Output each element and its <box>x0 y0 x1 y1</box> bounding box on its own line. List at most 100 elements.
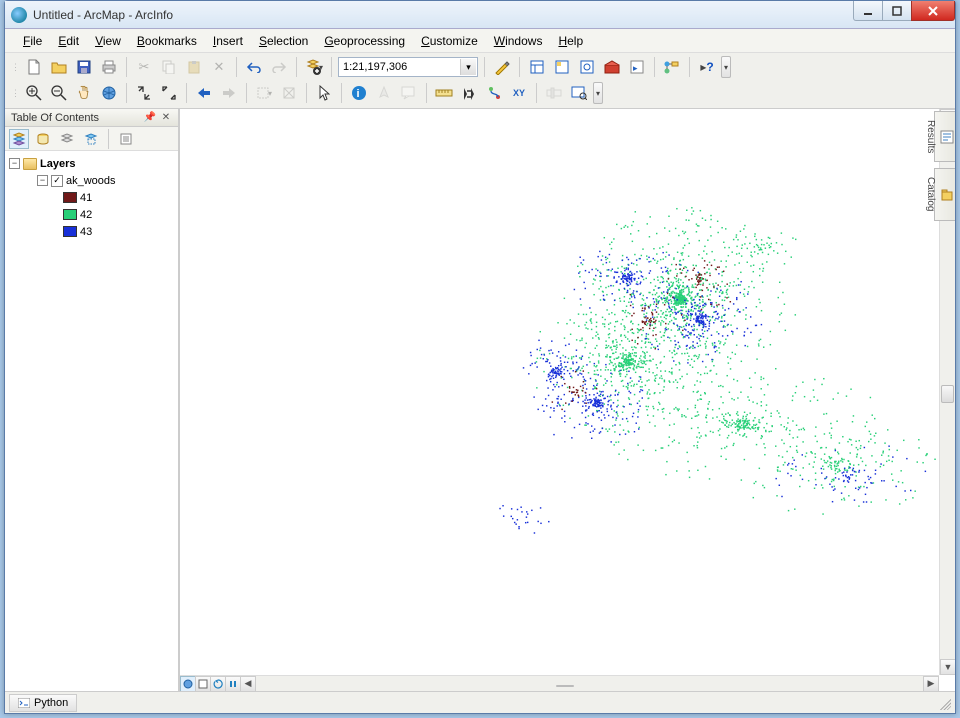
legend-swatch <box>63 226 77 237</box>
legend-item[interactable]: 42 <box>9 206 174 223</box>
toc-options-button[interactable] <box>116 129 136 149</box>
menu-help[interactable]: Help <box>550 29 591 52</box>
collapse-icon[interactable]: − <box>37 175 48 186</box>
menu-bookmarks[interactable]: Bookmarks <box>129 29 205 52</box>
redo-button[interactable] <box>268 56 290 78</box>
copy-button[interactable] <box>158 56 180 78</box>
legend-item[interactable]: 41 <box>9 189 174 206</box>
python-tab-button[interactable]: Python <box>9 694 77 712</box>
close-button[interactable] <box>911 1 955 21</box>
menu-customize[interactable]: Customize <box>413 29 486 52</box>
fixed-zoom-in-button[interactable] <box>133 82 155 104</box>
pause-button[interactable] <box>225 676 241 692</box>
fixed-zoom-out-button[interactable] <box>158 82 180 104</box>
zoom-out-button[interactable] <box>48 82 70 104</box>
toolbar-options-button[interactable]: ▾ <box>721 56 731 78</box>
maximize-button[interactable] <box>882 1 912 21</box>
window-title: Untitled - ArcMap - ArcInfo <box>33 8 173 22</box>
full-extent-button[interactable] <box>98 82 120 104</box>
layer-checkbox[interactable]: ✓ <box>51 175 63 187</box>
layers-label: Layers <box>40 158 75 170</box>
select-features-button[interactable]: ▾ <box>253 82 275 104</box>
print-button[interactable] <box>98 56 120 78</box>
menu-view[interactable]: View <box>87 29 129 52</box>
tools-options-button[interactable]: ▾ <box>593 82 603 104</box>
list-by-selection-button[interactable] <box>81 129 101 149</box>
menu-geoprocessing[interactable]: Geoprocessing <box>316 29 413 52</box>
scale-value: 1:21,197,306 <box>343 61 407 73</box>
data-view-button[interactable] <box>180 676 196 692</box>
add-data-button[interactable]: ▾ <box>303 56 325 78</box>
scale-dropdown-icon[interactable]: ▾ <box>460 59 476 75</box>
python-icon <box>18 697 30 709</box>
arctoolbox-button[interactable] <box>601 56 623 78</box>
menu-file[interactable]: File <box>15 29 50 52</box>
scroll-down-icon[interactable]: ▼ <box>940 659 955 675</box>
menu-edit[interactable]: Edit <box>50 29 87 52</box>
results-tab[interactable]: Results <box>934 111 955 162</box>
legend-label: 42 <box>80 209 92 221</box>
minimize-button[interactable] <box>853 1 883 21</box>
map-canvas[interactable] <box>180 109 939 675</box>
legend-swatch <box>63 192 77 203</box>
cut-button[interactable]: ✂ <box>133 56 155 78</box>
menu-insert[interactable]: Insert <box>205 29 251 52</box>
zoom-in-button[interactable] <box>23 82 45 104</box>
scrollbar-thumb[interactable] <box>941 385 954 403</box>
open-button[interactable] <box>48 56 70 78</box>
paste-button[interactable] <box>183 56 205 78</box>
whats-this-button[interactable]: ▸? <box>696 56 718 78</box>
refresh-button[interactable] <box>210 676 226 692</box>
go-to-xy-button[interactable]: XY <box>508 82 530 104</box>
list-by-source-button[interactable] <box>33 129 53 149</box>
python-window-button[interactable]: ▸ <box>626 56 648 78</box>
pin-icon[interactable]: 📌 <box>144 112 156 124</box>
scrollbar-thumb[interactable] <box>556 685 574 687</box>
scale-input[interactable]: 1:21,197,306 ▾ <box>338 57 478 77</box>
find-route-button[interactable] <box>483 82 505 104</box>
editor-toolbar-button[interactable] <box>491 56 513 78</box>
toc-toolbar <box>5 127 178 151</box>
pan-button[interactable] <box>73 82 95 104</box>
legend-item[interactable]: 43 <box>9 223 174 240</box>
toc-button[interactable] <box>526 56 548 78</box>
measure-button[interactable] <box>433 82 455 104</box>
menu-selection[interactable]: Selection <box>251 29 316 52</box>
list-by-visibility-button[interactable] <box>57 129 77 149</box>
svg-text:▸: ▸ <box>633 63 638 73</box>
new-button[interactable] <box>23 56 45 78</box>
horizontal-scrollbar[interactable]: ◀ ▶ <box>180 675 939 691</box>
resize-grip[interactable] <box>937 696 951 710</box>
select-elements-button[interactable] <box>313 82 335 104</box>
model-builder-button[interactable] <box>661 56 683 78</box>
hyperlink-button[interactable] <box>373 82 395 104</box>
time-slider-button[interactable] <box>543 82 565 104</box>
scroll-left-icon[interactable]: ◀ <box>240 676 256 692</box>
list-by-drawing-order-button[interactable] <box>9 129 29 149</box>
catalog-button[interactable] <box>551 56 573 78</box>
menu-windows[interactable]: Windows <box>486 29 551 52</box>
layout-view-button[interactable] <box>195 676 211 692</box>
titlebar[interactable]: Untitled - ArcMap - ArcInfo <box>5 1 955 29</box>
create-viewer-button[interactable] <box>568 82 590 104</box>
clear-selection-button[interactable] <box>278 82 300 104</box>
forward-button[interactable] <box>218 82 240 104</box>
legend-label: 43 <box>80 226 92 238</box>
identify-button[interactable]: i <box>348 82 370 104</box>
html-popup-button[interactable] <box>398 82 420 104</box>
scroll-right-icon[interactable]: ▶ <box>923 676 939 692</box>
undo-button[interactable] <box>243 56 265 78</box>
save-button[interactable] <box>73 56 95 78</box>
layer-node[interactable]: − ✓ ak_woods <box>9 172 174 189</box>
close-panel-icon[interactable]: ✕ <box>160 112 172 124</box>
catalog-tab[interactable]: Catalog <box>934 168 955 220</box>
find-button[interactable] <box>458 82 480 104</box>
layers-node[interactable]: − Layers <box>9 155 174 172</box>
map-content <box>180 109 939 675</box>
delete-button[interactable]: ✕ <box>208 56 230 78</box>
search-window-button[interactable] <box>576 56 598 78</box>
toc-header[interactable]: Table Of Contents 📌 ✕ <box>5 109 178 127</box>
main-area: Table Of Contents 📌 ✕ − Layers <box>5 109 955 691</box>
collapse-icon[interactable]: − <box>9 158 20 169</box>
back-button[interactable] <box>193 82 215 104</box>
